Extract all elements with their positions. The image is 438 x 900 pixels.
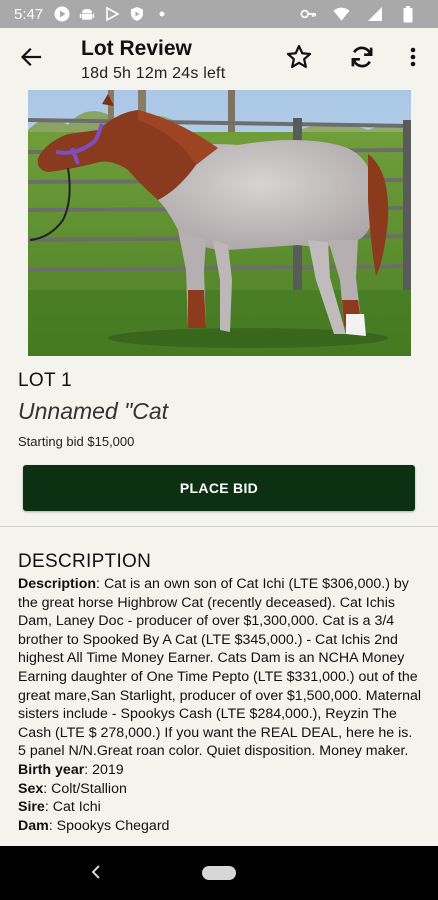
system-back-button[interactable] <box>86 864 106 884</box>
page-title: Lot Review <box>81 37 192 60</box>
shield-play-icon <box>128 6 145 23</box>
field-value: Cat is an own son of Cat Ichi (LTE $306,… <box>18 576 421 760</box>
field-label: Sire <box>18 799 45 816</box>
arrow-left-icon <box>20 46 42 73</box>
dot-icon <box>153 6 170 23</box>
play-store-icon <box>103 6 120 23</box>
more-vertical-icon <box>409 46 417 73</box>
star-outline-icon <box>285 43 313 76</box>
description-field: Sex: Colt/Stallion <box>18 780 127 797</box>
field-value: Colt/Stallion <box>51 780 127 797</box>
status-bar: 5:47 <box>0 0 438 28</box>
cell-signal-icon <box>366 6 383 23</box>
description-field: Sire: Cat Ichi <box>18 799 101 816</box>
lot-number: LOT 1 <box>18 370 72 391</box>
favorite-button[interactable] <box>282 42 316 76</box>
refresh-icon <box>348 43 376 76</box>
description-field: Birth year: 2019 <box>18 761 124 778</box>
overflow-menu-button[interactable] <box>396 42 430 76</box>
battery-icon <box>399 5 416 23</box>
refresh-button[interactable] <box>345 42 379 76</box>
back-button[interactable] <box>14 42 48 76</box>
chevron-left-icon <box>90 864 102 885</box>
field-label: Sex <box>18 780 44 797</box>
home-pill-button[interactable] <box>202 866 236 880</box>
system-nav-bar <box>0 846 438 900</box>
description-heading: DESCRIPTION <box>18 551 152 572</box>
field-value: Cat Ichi <box>52 799 101 816</box>
description-field: Dam: Spookys Chegard <box>18 817 170 834</box>
field-value: 2019 <box>92 761 124 778</box>
description-field: Description: Cat is an own son of Cat Ic… <box>18 576 421 760</box>
status-time: 5:47 <box>14 5 44 23</box>
starting-bid: Starting bid $15,000 <box>18 434 135 449</box>
place-bid-button[interactable]: PLACE BID <box>23 465 415 511</box>
horse-photo-image <box>28 90 411 356</box>
vpn-key-icon <box>300 6 317 23</box>
description-body: Description: Cat is an own son of Cat Ic… <box>18 575 424 846</box>
field-label: Description <box>18 576 97 592</box>
android-icon <box>78 6 95 23</box>
time-left-countdown: 18d 5h 12m 24s left <box>81 65 226 82</box>
section-divider <box>0 526 438 527</box>
play-circle-icon <box>53 6 70 23</box>
field-value: Spookys Chegard <box>56 817 170 834</box>
lot-name: Unnamed "Cat <box>18 398 169 424</box>
app-bar: Lot Review 18d 5h 12m 24s left <box>0 28 438 90</box>
field-label: Birth year <box>18 761 85 778</box>
lot-photo[interactable] <box>28 90 411 356</box>
wifi-icon <box>333 6 350 23</box>
field-label: Dam <box>18 817 49 834</box>
